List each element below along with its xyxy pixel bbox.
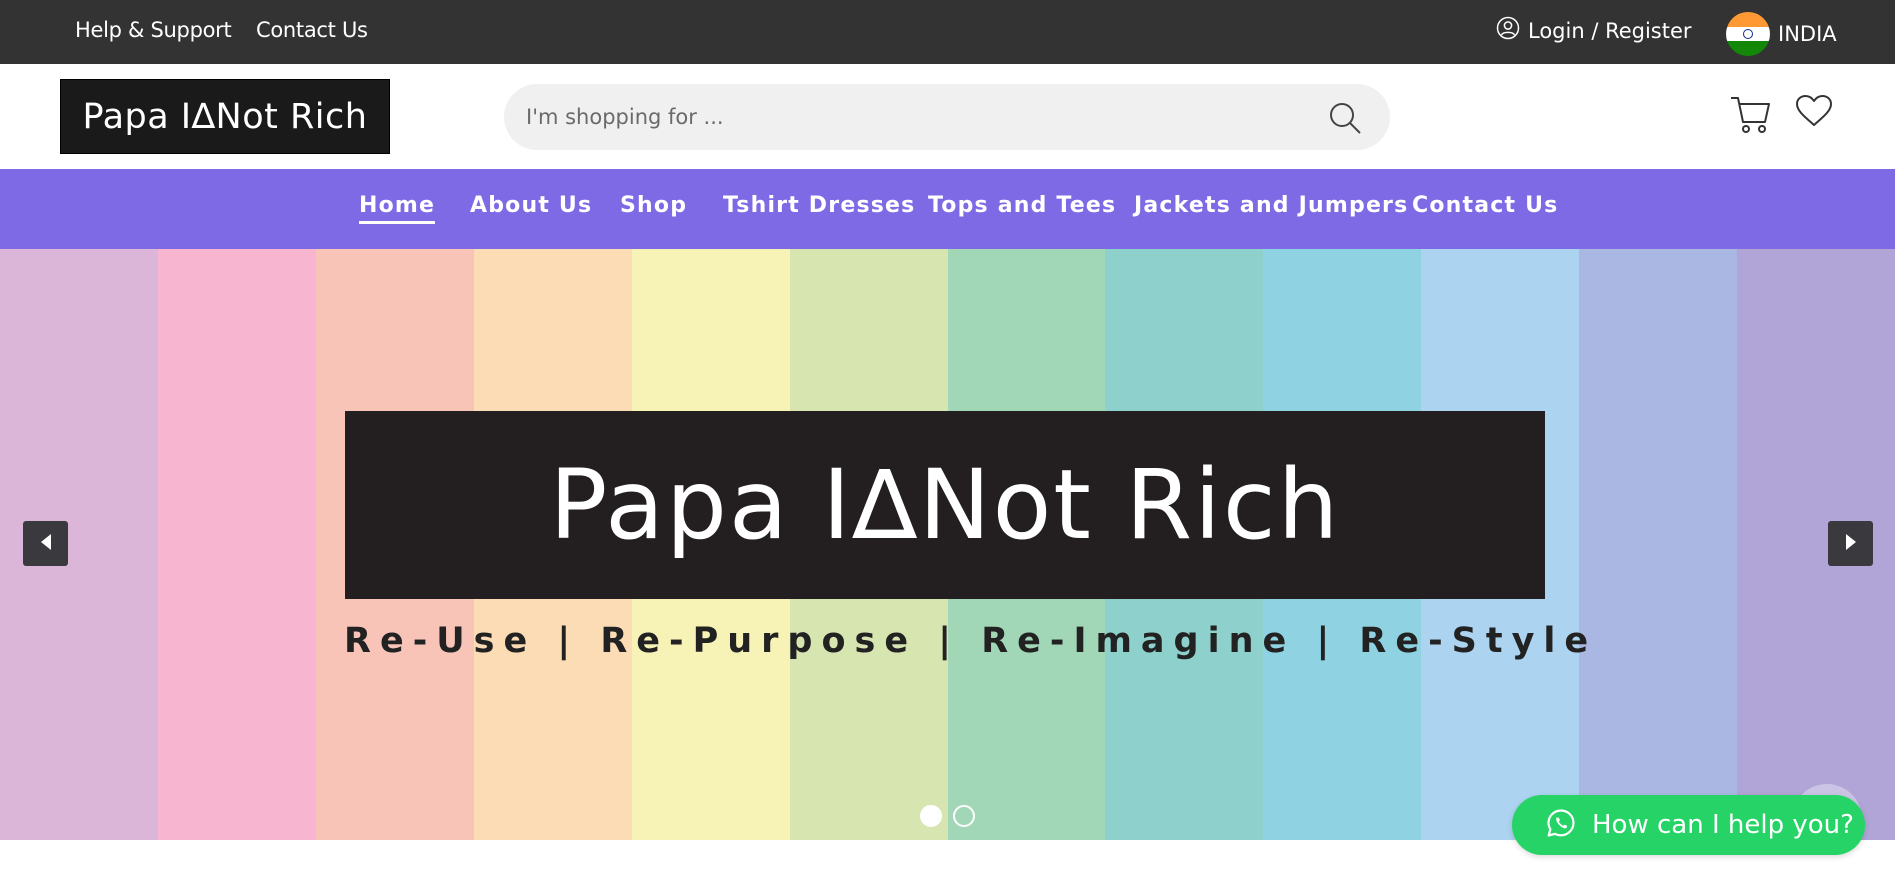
slider-next-button[interactable] [1828, 521, 1873, 566]
main-nav: Home About Us Shop Tshirt Dresses Tops a… [0, 169, 1895, 249]
login-register-label: Login / Register [1528, 18, 1692, 43]
search-bar [504, 84, 1390, 150]
hero-tagline: Re-Use | Re-Purpose | Re-Imagine | Re-St… [344, 621, 1598, 661]
hero-stripe [157, 249, 316, 840]
hero-slider: Papa I∆Not Rich Re-Use | Re-Purpose | Re… [0, 249, 1895, 840]
logo-text: Papa I∆Not Rich [82, 96, 368, 137]
login-register-link[interactable]: Login / Register [1496, 16, 1692, 45]
top-bar: Help & Support Contact Us Login / Regist… [0, 0, 1895, 64]
country-label: INDIA [1778, 22, 1837, 46]
hero-banner-logo: Papa I∆Not Rich [345, 411, 1545, 599]
user-icon [1496, 16, 1520, 45]
hero-stripe [1579, 249, 1738, 840]
search-input[interactable] [526, 84, 1306, 150]
top-contact-us-link[interactable]: Contact Us [256, 18, 368, 42]
nav-tshirt-dresses[interactable]: Tshirt Dresses [723, 193, 915, 218]
india-flag-icon [1726, 12, 1770, 56]
chevron-right-icon [1844, 533, 1858, 555]
wishlist-heart-icon[interactable] [1795, 94, 1833, 132]
chevron-left-icon [39, 533, 53, 555]
cart-icon[interactable] [1729, 94, 1771, 138]
help-support-link[interactable]: Help & Support [75, 18, 232, 42]
slider-prev-button[interactable] [23, 521, 68, 566]
hero-banner-text: Papa I∆Not Rich [549, 449, 1341, 561]
whatsapp-help-button[interactable]: How can I help you? [1512, 795, 1865, 855]
nav-tops-and-tees[interactable]: Tops and Tees [928, 193, 1116, 218]
whatsapp-label: How can I help you? [1592, 810, 1854, 840]
nav-shop[interactable]: Shop [620, 193, 687, 218]
site-header: Papa I∆Not Rich [0, 64, 1895, 169]
nav-home[interactable]: Home [359, 193, 436, 224]
nav-contact-us[interactable]: Contact Us [1412, 193, 1558, 218]
slider-dot[interactable] [920, 805, 942, 827]
nav-jackets-and-jumpers[interactable]: Jackets and Jumpers [1134, 193, 1408, 218]
search-icon[interactable] [1328, 101, 1362, 139]
country-selector[interactable]: INDIA [1726, 12, 1837, 56]
slider-dot[interactable] [953, 805, 975, 827]
nav-about-us[interactable]: About Us [470, 193, 592, 218]
site-logo[interactable]: Papa I∆Not Rich [60, 79, 390, 154]
whatsapp-icon [1546, 808, 1576, 842]
